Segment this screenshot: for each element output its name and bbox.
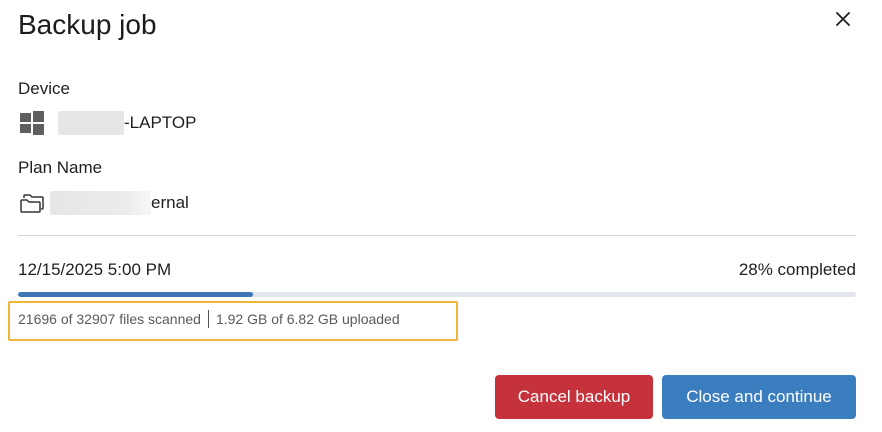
plan-name-suffix: ernal [151, 193, 189, 212]
files-scanned-text: 21696 of 32907 files scanned [18, 311, 201, 327]
progress-bar [18, 292, 856, 297]
job-stats: 21696 of 32907 files scanned 1.92 GB of … [18, 310, 400, 328]
folder-icon [19, 192, 45, 214]
device-name-suffix: -LAPTOP [124, 113, 197, 132]
cancel-backup-button[interactable]: Cancel backup [495, 375, 653, 419]
device-label: Device [18, 79, 70, 98]
job-datetime: 12/15/2025 5:00 PM [18, 260, 172, 279]
stats-separator [207, 310, 209, 328]
close-icon[interactable] [830, 6, 856, 32]
redacted-device-name [58, 111, 124, 135]
dialog-title: Backup job [18, 9, 157, 40]
progress-bar-fill [18, 292, 253, 297]
redacted-plan-name [50, 191, 151, 215]
plan-name-value: ernal [19, 189, 189, 217]
backup-job-dialog: Backup job Device -LAPTOP Plan Name erna… [0, 0, 882, 432]
job-completed-percent: 28% completed [738, 260, 856, 279]
close-and-continue-button[interactable]: Close and continue [662, 375, 856, 419]
device-value: -LAPTOP [19, 109, 196, 137]
section-divider [18, 235, 856, 236]
plan-name-label: Plan Name [18, 158, 103, 177]
windows-icon [19, 110, 45, 136]
uploaded-text: 1.92 GB of 6.82 GB uploaded [215, 311, 400, 327]
